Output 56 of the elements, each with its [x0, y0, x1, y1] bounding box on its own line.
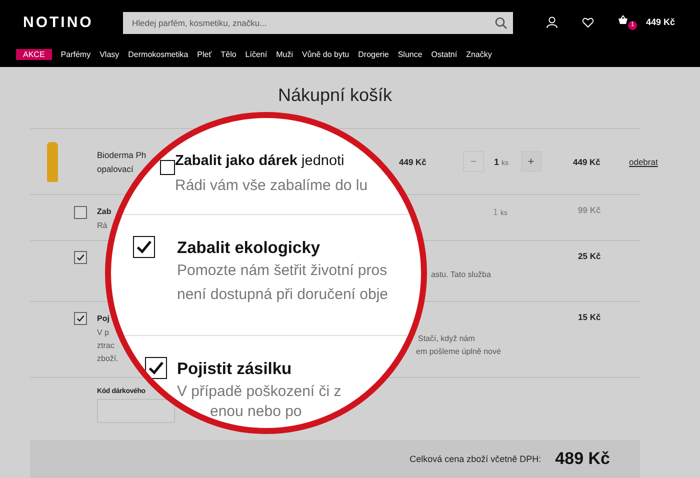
- service-title: Poj: [97, 313, 110, 325]
- nav-link[interactable]: Parfémy: [60, 50, 91, 58]
- option-title: Zabalit ekologicky: [177, 238, 322, 259]
- plus-button[interactable]: +: [520, 151, 542, 172]
- service-description: V p: [97, 327, 110, 339]
- option-description: Pomozte nám šetřit životní pros: [177, 261, 388, 281]
- sale-tab[interactable]: AKCE: [16, 48, 52, 60]
- logo[interactable]: NOTINO: [23, 14, 123, 30]
- product-image: [47, 142, 58, 182]
- search-field[interactable]: Hledej parfém, kosmetiku, značku...: [123, 12, 513, 34]
- total-amount: 489 Kč: [555, 449, 610, 469]
- nav-link[interactable]: Tělo: [220, 50, 236, 58]
- option-description: V případě poškození či z: [177, 382, 342, 402]
- checkbox[interactable]: [74, 251, 87, 264]
- option-title: Zabalit jako dárek jednoti: [175, 152, 346, 171]
- remove-link[interactable]: odebrat: [629, 156, 658, 166]
- service-description: ztrac: [97, 340, 114, 352]
- service-price: 25 Kč: [577, 251, 602, 261]
- service-description: Stačí, když nám: [418, 333, 475, 345]
- service-price: 15 Kč: [577, 312, 602, 322]
- product-name[interactable]: Bioderma Ph: [97, 148, 146, 162]
- service-description: em pošleme úplně nové: [416, 346, 501, 358]
- total-price: 449 Kč: [572, 156, 602, 166]
- nav-link[interactable]: Dermokosmetika: [128, 50, 188, 58]
- nav-link[interactable]: Muži: [276, 50, 293, 58]
- nav-link[interactable]: Drogerie: [358, 50, 389, 58]
- nav-link[interactable]: Ostatní: [431, 50, 458, 58]
- page-title: Nákupní košík: [276, 84, 394, 107]
- service-description: Rá: [97, 220, 108, 232]
- checkbox[interactable]: [74, 312, 87, 325]
- option-description: Rádi vám vše zabalíme do lu: [175, 176, 368, 196]
- search-icon[interactable]: [495, 17, 507, 29]
- checkbox[interactable]: [160, 160, 175, 175]
- unit-price: 449 Kč: [399, 156, 428, 166]
- service-price: 99 Kč: [577, 205, 602, 215]
- checkbox[interactable]: [145, 357, 167, 379]
- nav-link[interactable]: Líčení: [245, 50, 268, 58]
- nav-link[interactable]: Vůně do bytu: [302, 50, 350, 58]
- cart-total[interactable]: 449 Kč: [646, 17, 676, 27]
- checkbox[interactable]: [74, 206, 87, 219]
- service-title: Zab: [97, 206, 112, 218]
- service-description: zboží.: [97, 353, 118, 365]
- service-description: astu. Tato služba: [431, 269, 491, 281]
- total-label: Celková cena zboží včetně DPH:: [410, 454, 542, 464]
- heart-icon[interactable]: [582, 16, 594, 28]
- basket-icon[interactable]: [618, 14, 628, 24]
- checkbox[interactable]: [133, 236, 155, 258]
- nav-link[interactable]: Pleť: [197, 50, 212, 58]
- option-description: enou nebo po: [209, 404, 303, 420]
- nav-link[interactable]: Značky: [466, 50, 492, 58]
- nav-link[interactable]: Vlasy: [100, 50, 120, 58]
- option-description: není dostupná při doručení obje: [177, 285, 388, 305]
- user-icon[interactable]: [546, 16, 558, 28]
- option-title: Pojistit zásilku: [177, 359, 293, 380]
- product-name[interactable]: opalovací: [97, 162, 134, 176]
- nav-link[interactable]: Slunce: [398, 50, 422, 58]
